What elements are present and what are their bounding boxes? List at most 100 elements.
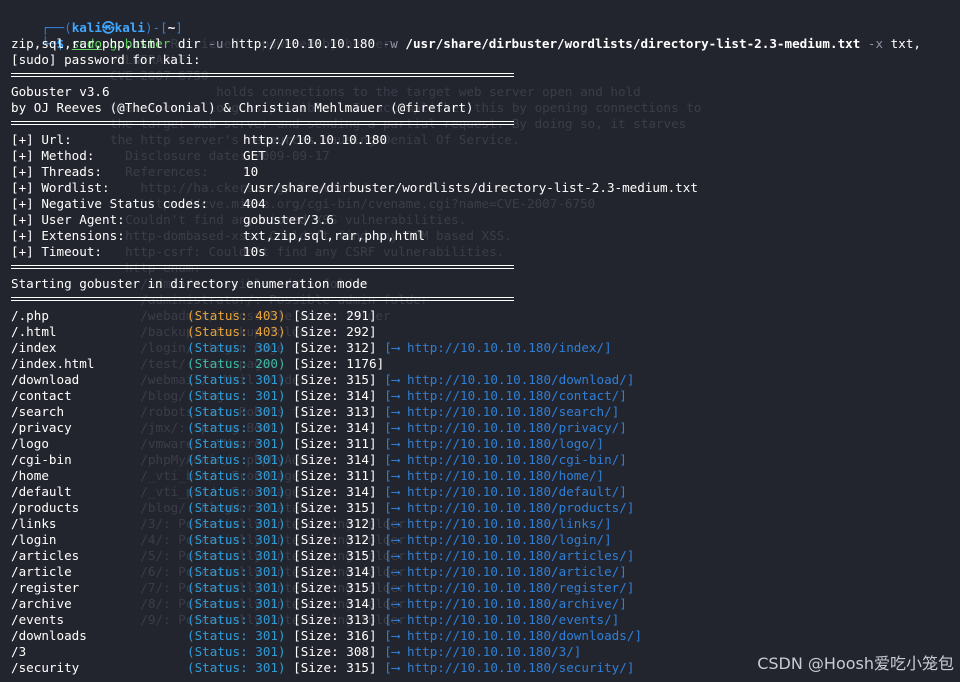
result-redirect[interactable]: [⟶ http://10.10.10.180/logo/] xyxy=(377,436,604,451)
result-redirect[interactable]: [⟶ http://10.10.10.180/articles/] xyxy=(377,548,634,563)
size-value: 315 xyxy=(346,548,370,563)
result-redirect[interactable]: [⟶ http://10.10.10.180/article/] xyxy=(377,564,627,579)
status-code: 403 xyxy=(255,324,278,339)
config-key: [+] Wordlist: xyxy=(11,180,110,195)
result-row: /home (Status: 301) [Size: 311] [⟶ http:/… xyxy=(11,468,960,484)
result-size: [Size: 308] xyxy=(285,644,377,659)
result-size: [Size: 315] xyxy=(285,372,377,387)
config-value: 404 xyxy=(243,196,266,211)
redirect-url[interactable]: http://10.10.10.180/cgi-bin/ xyxy=(407,452,619,467)
terminal-window[interactable]: + /: Retrieved x-powered-by header: VULN… xyxy=(0,0,960,682)
redirect-url[interactable]: http://10.10.10.180/privacy/ xyxy=(407,420,619,435)
redirect-url[interactable]: http://10.10.10.180/register/ xyxy=(407,580,627,595)
result-redirect[interactable]: [⟶ http://10.10.10.180/downloads/] xyxy=(377,628,642,643)
result-size: [Size: 312] xyxy=(285,516,377,531)
size-value: 315 xyxy=(346,500,370,515)
redirect-url[interactable]: http://10.10.10.180/search/ xyxy=(407,404,612,419)
result-redirect[interactable]: [⟶ http://10.10.10.180/3/] xyxy=(377,644,581,659)
status-code: 301 xyxy=(255,548,278,563)
result-redirect[interactable]: [⟶ http://10.10.10.180/register/] xyxy=(377,580,634,595)
config-value: txt,zip,sql,rar,php,html xyxy=(243,228,425,243)
redirect-url[interactable]: http://10.10.10.180/article/ xyxy=(407,564,619,579)
command-line[interactable]: └─$ sudo gobuster dir -u http://10.10.10… xyxy=(11,20,960,51)
size-value: 314 xyxy=(346,596,370,611)
sudo-password-prompt[interactable]: [sudo] password for kali: xyxy=(11,52,960,68)
redirect-url[interactable]: http://10.10.10.180/contact/ xyxy=(407,388,619,403)
result-redirect[interactable]: [⟶ http://10.10.10.180/links/] xyxy=(377,516,612,531)
result-redirect[interactable]: [⟶ http://10.10.10.180/cgi-bin/] xyxy=(377,452,627,467)
config-row: [+] Negative Status codes: 404 xyxy=(11,196,960,212)
result-status: (Status: 301) xyxy=(187,436,286,451)
config-row: [+] Wordlist: /usr/share/dirbuster/wordli… xyxy=(11,180,960,196)
result-status: (Status: 301) xyxy=(187,372,286,387)
result-path: /3 xyxy=(11,644,27,659)
status-code: 301 xyxy=(255,628,278,643)
redirect-url[interactable]: http://10.10.10.180/download/ xyxy=(407,372,627,387)
result-redirect[interactable]: [⟶ http://10.10.10.180/products/] xyxy=(377,500,634,515)
result-redirect[interactable]: [⟶ http://10.10.10.180/security/] xyxy=(377,660,634,675)
divider xyxy=(11,116,960,132)
result-status: (Status: 301) xyxy=(187,644,286,659)
result-status: (Status: 301) xyxy=(187,596,286,611)
result-row: /archive (Status: 301) [Size: 314] [⟶ htt… xyxy=(11,596,960,612)
result-path: /logo xyxy=(11,436,49,451)
config-value: gobuster/3.6 xyxy=(243,212,334,227)
size-value: 314 xyxy=(346,420,370,435)
result-redirect[interactable]: [⟶ http://10.10.10.180/search/] xyxy=(377,404,619,419)
redirect-url[interactable]: http://10.10.10.180/downloads/ xyxy=(407,628,634,643)
status-code: 301 xyxy=(255,516,278,531)
result-status: (Status: 301) xyxy=(187,660,286,675)
redirect-url[interactable]: http://10.10.10.180/events/ xyxy=(407,612,612,627)
redirect-url[interactable]: http://10.10.10.180/default/ xyxy=(407,484,619,499)
result-redirect[interactable]: [⟶ http://10.10.10.180/home/] xyxy=(377,468,604,483)
result-path: /login xyxy=(11,532,57,547)
redirect-url[interactable]: http://10.10.10.180/login/ xyxy=(407,532,604,547)
result-size: [Size: 315] xyxy=(285,548,377,563)
result-size: [Size: 315] xyxy=(285,500,377,515)
result-redirect[interactable]: [⟶ http://10.10.10.180/default/] xyxy=(377,484,627,499)
result-size: [Size: 314] xyxy=(285,452,377,467)
redirect-url[interactable]: http://10.10.10.180/archive/ xyxy=(407,596,619,611)
redirect-url[interactable]: http://10.10.10.180/3/ xyxy=(407,644,574,659)
config-key: [+] Timeout: xyxy=(11,244,102,259)
redirect-url[interactable]: http://10.10.10.180/logo/ xyxy=(407,436,597,451)
result-status: (Status: 301) xyxy=(187,548,286,563)
status-code: 301 xyxy=(255,660,278,675)
redirect-url[interactable]: http://10.10.10.180/home/ xyxy=(407,468,597,483)
status-code: 301 xyxy=(255,500,278,515)
result-status: (Status: 301) xyxy=(187,388,286,403)
result-redirect[interactable]: [⟶ http://10.10.10.180/login/] xyxy=(377,532,612,547)
result-redirect[interactable]: [⟶ http://10.10.10.180/privacy/] xyxy=(377,420,627,435)
result-redirect[interactable]: [⟶ http://10.10.10.180/download/] xyxy=(377,372,634,387)
status-code: 301 xyxy=(255,388,278,403)
result-status: (Status: 200) xyxy=(187,356,286,371)
redirect-url[interactable]: http://10.10.10.180/links/ xyxy=(407,516,604,531)
status-code: 301 xyxy=(255,612,278,627)
result-status: (Status: 301) xyxy=(187,340,286,355)
result-redirect[interactable]: [⟶ http://10.10.10.180/contact/] xyxy=(377,388,627,403)
result-size: [Size: 316] xyxy=(285,628,377,643)
banner-name: Gobuster v3.6 xyxy=(11,84,110,99)
config-key: [+] Method: xyxy=(11,148,95,163)
status-code: 200 xyxy=(255,356,278,371)
result-row: /downloads (Status: 301) [Size: 316] [⟶ h… xyxy=(11,628,960,644)
result-redirect[interactable]: [⟶ http://10.10.10.180/index/] xyxy=(377,340,612,355)
result-status: (Status: 301) xyxy=(187,612,286,627)
result-size: [Size: 291] xyxy=(285,308,377,323)
config-row: [+] Extensions: txt,zip,sql,rar,php,html xyxy=(11,228,960,244)
result-row: /download (Status: 301) [Size: 315] [⟶ ht… xyxy=(11,372,960,388)
redirect-url[interactable]: http://10.10.10.180/security/ xyxy=(407,660,627,675)
result-row: /default (Status: 301) [Size: 314] [⟶ htt… xyxy=(11,484,960,500)
result-redirect[interactable]: [⟶ http://10.10.10.180/archive/] xyxy=(377,596,627,611)
config-key: [+] User Agent: xyxy=(11,212,125,227)
watermark: CSDN @Hoosh爱吃小笼包 xyxy=(757,654,954,673)
config-value: 10s xyxy=(243,244,266,259)
result-redirect[interactable]: [⟶ http://10.10.10.180/events/] xyxy=(377,612,619,627)
redirect-url[interactable]: http://10.10.10.180/articles/ xyxy=(407,548,627,563)
size-value: 312 xyxy=(346,516,370,531)
result-path: /links xyxy=(11,516,57,531)
divider xyxy=(11,292,960,308)
redirect-url[interactable]: http://10.10.10.180/products/ xyxy=(407,500,627,515)
redirect-url[interactable]: http://10.10.10.180/index/ xyxy=(407,340,604,355)
result-path: /privacy xyxy=(11,420,72,435)
